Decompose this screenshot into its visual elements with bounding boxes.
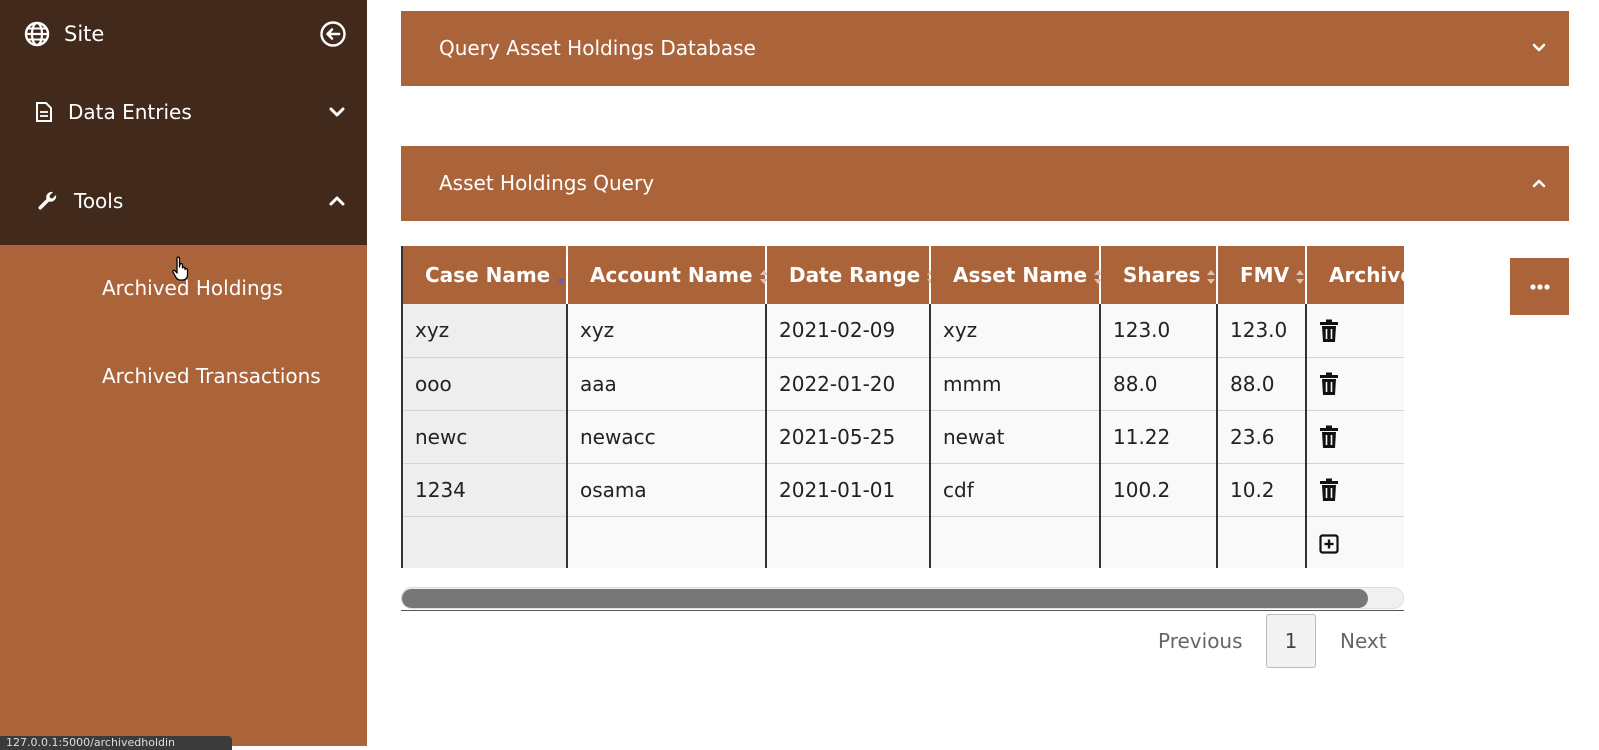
document-icon [36, 102, 52, 122]
column-header-date-range[interactable]: Date Range [766, 246, 936, 304]
sort-icon [1207, 269, 1216, 284]
wrench-icon [38, 191, 57, 210]
pagination-page-1[interactable]: 1 [1266, 614, 1316, 668]
table-header-row: Case Name Account Name Date Range Asset … [403, 246, 1404, 304]
panel-title: Query Asset Holdings Database [439, 36, 756, 60]
cell-shares[interactable]: 11.22 [1100, 410, 1218, 464]
ellipsis-icon [1530, 284, 1550, 290]
collapse-sidebar-icon[interactable] [320, 21, 346, 47]
cell-case-name[interactable]: ooo [403, 357, 568, 411]
cell-archive [1306, 410, 1404, 464]
cell-account-name[interactable]: osama [567, 463, 767, 517]
pagination-next[interactable]: Next [1340, 614, 1400, 668]
cell-fmv[interactable]: 88.0 [1217, 357, 1307, 411]
column-header-case-name[interactable]: Case Name [403, 246, 568, 304]
cell-shares[interactable]: 100.2 [1100, 463, 1218, 517]
cell-archive [1306, 463, 1404, 517]
nav-data-entries[interactable]: Data Entries [36, 92, 346, 132]
new-cell-shares[interactable] [1100, 516, 1218, 568]
add-row-icon[interactable] [1319, 534, 1339, 554]
cell-asset-name[interactable]: xyz [930, 304, 1101, 358]
sidebar: Site Data Entries Tools Archived Holding… [0, 0, 367, 750]
chevron-up-icon [1532, 179, 1546, 188]
horizontal-scrollbar[interactable] [401, 587, 1404, 609]
table-row: ooo aaa 2022-01-20 mmm 88.0 88.0 [403, 357, 1404, 411]
holdings-table: Case Name Account Name Date Range Asset … [403, 246, 1404, 568]
table-row: newc newacc 2021-05-25 newat 11.22 23.6 [403, 410, 1404, 464]
status-bar-url: 127.0.0.1:5000/archivedholdin [0, 736, 232, 750]
new-cell-account-name[interactable] [567, 516, 767, 568]
holdings-table-container: Case Name Account Name Date Range Asset … [401, 246, 1404, 568]
cell-asset-name[interactable]: cdf [930, 463, 1101, 517]
cell-asset-name[interactable]: newat [930, 410, 1101, 464]
panel-title: Asset Holdings Query [439, 171, 655, 195]
cell-date-range[interactable]: 2021-01-01 [766, 463, 931, 517]
table-row: 1234 osama 2021-01-01 cdf 100.2 10.2 [403, 463, 1404, 517]
globe-icon [24, 21, 50, 47]
column-header-shares[interactable]: Shares [1100, 246, 1218, 304]
table-row-new-entry [403, 516, 1404, 568]
cell-date-range[interactable]: 2021-02-09 [766, 304, 931, 358]
trash-icon[interactable] [1319, 478, 1339, 502]
site-label: Site [64, 22, 105, 46]
query-database-panel-header[interactable]: Query Asset Holdings Database [401, 11, 1569, 86]
new-cell-date-range[interactable] [766, 516, 931, 568]
cell-fmv[interactable]: 23.6 [1217, 410, 1307, 464]
nav-tools-label: Tools [74, 189, 124, 213]
new-cell-asset-name[interactable] [930, 516, 1101, 568]
chevron-down-icon [1532, 43, 1546, 52]
trash-icon[interactable] [1319, 319, 1339, 343]
cell-case-name[interactable]: 1234 [403, 463, 568, 517]
pagination-previous[interactable]: Previous [1158, 614, 1258, 668]
cell-case-name[interactable]: xyz [403, 304, 568, 358]
sidebar-item-archived-transactions[interactable]: Archived Transactions [102, 364, 321, 388]
trash-icon[interactable] [1319, 425, 1339, 449]
cell-archive [1306, 357, 1404, 411]
table-row: xyz xyz 2021-02-09 xyz 123.0 123.0 [403, 304, 1404, 358]
cell-account-name[interactable]: aaa [567, 357, 767, 411]
cell-asset-name[interactable]: mmm [930, 357, 1101, 411]
cell-shares[interactable]: 88.0 [1100, 357, 1218, 411]
cell-archive [1306, 304, 1404, 358]
cell-account-name[interactable]: newacc [567, 410, 767, 464]
sidebar-nav-section: Site Data Entries Tools [0, 0, 367, 245]
nav-data-entries-label: Data Entries [68, 100, 192, 124]
column-header-account-name[interactable]: Account Name [567, 246, 768, 304]
hand-cursor-icon [172, 256, 189, 281]
sidebar-item-archived-holdings[interactable]: Archived Holdings [102, 276, 283, 300]
cell-date-range[interactable]: 2022-01-20 [766, 357, 931, 411]
new-cell-fmv[interactable] [1217, 516, 1307, 568]
column-header-fmv[interactable]: FMV [1217, 246, 1307, 304]
cell-fmv[interactable]: 10.2 [1217, 463, 1307, 517]
trash-icon[interactable] [1319, 372, 1339, 396]
nav-tools[interactable]: Tools [36, 181, 346, 221]
sort-icon [1296, 269, 1305, 284]
chevron-up-icon [329, 196, 345, 206]
cell-case-name[interactable]: newc [403, 410, 568, 464]
cell-fmv[interactable]: 123.0 [1217, 304, 1307, 358]
cell-account-name[interactable]: xyz [567, 304, 767, 358]
chevron-down-icon [329, 107, 345, 117]
cell-date-range[interactable]: 2021-05-25 [766, 410, 931, 464]
column-header-archive[interactable]: Archive [1306, 246, 1404, 304]
cell-shares[interactable]: 123.0 [1100, 304, 1218, 358]
new-cell-case-name[interactable] [403, 516, 568, 568]
sort-desc-icon [557, 278, 566, 284]
scrollbar-thumb[interactable] [402, 589, 1368, 608]
site-header[interactable]: Site [24, 18, 346, 50]
table-bottom-divider [401, 610, 1404, 611]
more-options-button[interactable] [1510, 258, 1569, 315]
cell-add [1306, 516, 1404, 568]
asset-holdings-query-panel-header[interactable]: Asset Holdings Query [401, 146, 1569, 221]
column-header-asset-name[interactable]: Asset Name [930, 246, 1103, 304]
